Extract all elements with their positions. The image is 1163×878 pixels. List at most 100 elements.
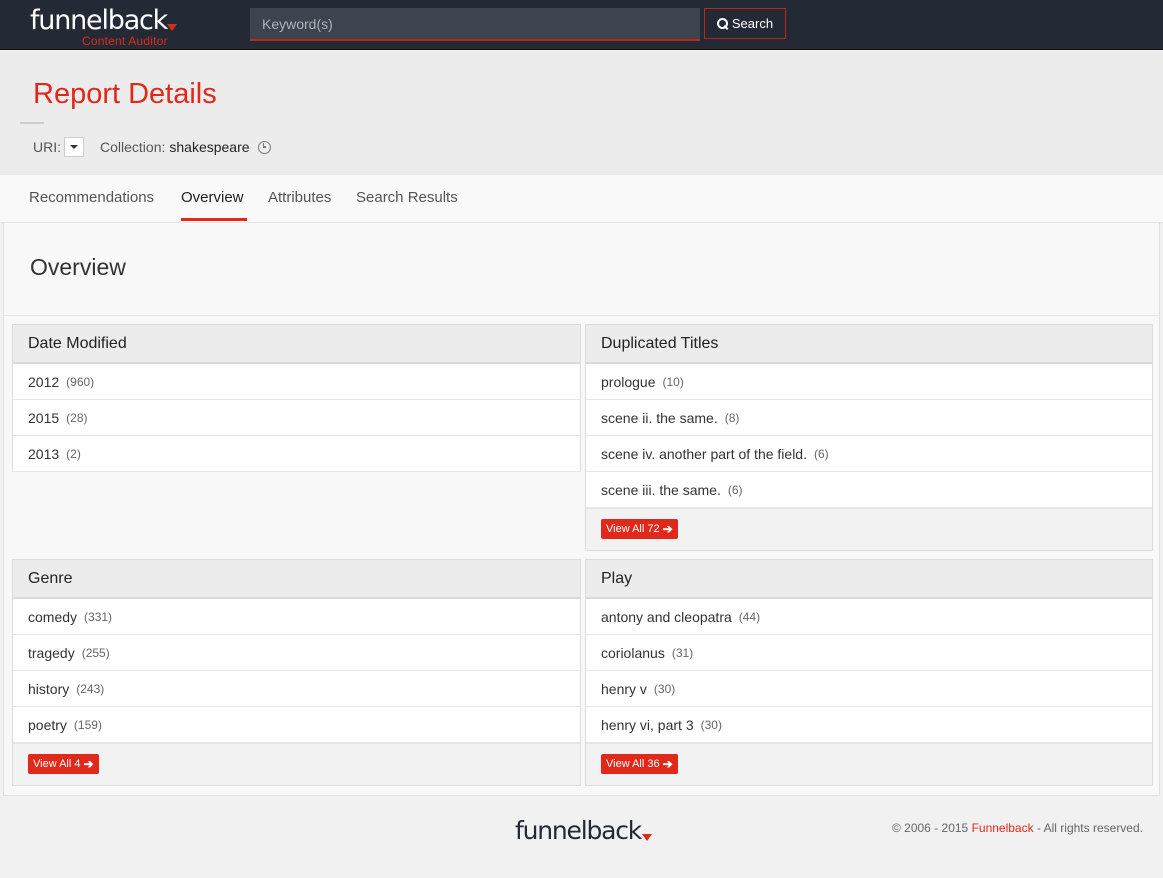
overview-section: Overview Date Modified 2012 (960) 2015 (… <box>3 223 1160 796</box>
tab-overview[interactable]: Overview <box>181 189 244 206</box>
list-item[interactable]: tragedy (255) <box>13 635 580 671</box>
panel-duplicated-titles: Duplicated Titles prologue (10) scene ii… <box>585 324 1153 551</box>
funnelback-link[interactable]: Funnelback <box>972 821 1034 835</box>
view-all-button[interactable]: View All 4 ➔ <box>28 754 99 774</box>
list-item[interactable]: history (243) <box>13 671 580 707</box>
list-item[interactable]: poetry (159) <box>13 707 580 743</box>
item-count: (10) <box>662 374 684 389</box>
item-label: henry v <box>601 680 647 697</box>
tab-attributes[interactable]: Attributes <box>268 189 331 206</box>
panel-list: comedy (331) tragedy (255) history (243)… <box>13 599 580 743</box>
funnelback-logo[interactable]: funnelback Content Auditor <box>30 5 180 48</box>
title-divider <box>20 122 44 124</box>
panel-title: Duplicated Titles <box>586 325 1152 364</box>
item-count: (960) <box>66 374 95 389</box>
item-label: scene iv. another part of the field. <box>601 445 807 462</box>
copyright-suffix: - All rights reserved. <box>1036 821 1143 835</box>
panel-footer: View All 72 ➔ <box>586 508 1152 550</box>
copyright-prefix: © 2006 - 2015 <box>891 821 969 835</box>
list-item[interactable]: scene iii. the same. (6) <box>586 472 1152 508</box>
item-count: (6) <box>813 446 829 461</box>
item-count: (243) <box>76 681 105 696</box>
tab-recommendations[interactable]: Recommendations <box>29 189 154 206</box>
item-label: prologue <box>601 373 656 390</box>
item-label: henry vi, part 3 <box>601 716 694 733</box>
view-all-button[interactable]: View All 72 ➔ <box>601 519 678 539</box>
report-meta: URI: Collection: shakespeare <box>33 137 271 157</box>
item-count: (8) <box>724 410 740 425</box>
active-tab-indicator <box>181 218 247 221</box>
collection-label: Collection: <box>100 139 166 155</box>
item-count: (30) <box>653 681 676 696</box>
search-icon <box>716 18 728 29</box>
panel-list: prologue (10) scene ii. the same. (8) sc… <box>586 364 1152 508</box>
list-item[interactable]: scene ii. the same. (8) <box>586 400 1152 436</box>
tab-search-results[interactable]: Search Results <box>356 189 458 206</box>
panel-footer: View All 36 ➔ <box>586 743 1152 785</box>
item-label: comedy <box>28 608 78 625</box>
panel-list: 2012 (960) 2015 (28) 2013 (2) <box>13 364 580 472</box>
logo-triangle-icon <box>167 24 177 31</box>
item-count: (2) <box>66 446 81 461</box>
item-label: 2012 <box>28 373 60 390</box>
item-label: coriolanus <box>601 644 665 661</box>
panel-title: Play <box>586 560 1152 599</box>
logo-triangle-icon <box>642 834 652 841</box>
view-all-label: View All 36 <box>606 758 660 770</box>
item-count: (30) <box>700 717 722 732</box>
list-item[interactable]: comedy (331) <box>13 599 580 635</box>
view-all-button[interactable]: View All 36 ➔ <box>601 754 678 774</box>
panel-genre: Genre comedy (331) tragedy (255) history… <box>12 559 581 786</box>
copyright-notice: © 2006 - 2015 Funnelback - All rights re… <box>892 821 1143 835</box>
item-label: scene ii. the same. <box>601 409 718 426</box>
clock-icon[interactable] <box>257 140 271 154</box>
panel-title: Date Modified <box>13 325 580 364</box>
list-item[interactable]: scene iv. another part of the field. (6) <box>586 436 1152 472</box>
panel-play: Play antony and cleopatra (44) coriolanu… <box>585 559 1153 786</box>
arrow-right-icon: ➔ <box>662 757 673 771</box>
panel-date-modified: Date Modified 2012 (960) 2015 (28) 2013 … <box>12 324 581 472</box>
report-tabs: Recommendations Overview Attributes Sear… <box>0 175 1163 223</box>
panel-list: antony and cleopatra (44) coriolanus (31… <box>586 599 1152 743</box>
item-label: tragedy <box>28 644 75 661</box>
footer-logo[interactable]: funnelback <box>515 816 665 852</box>
item-label: history <box>28 680 70 697</box>
list-item[interactable]: coriolanus (31) <box>586 635 1152 671</box>
page-title: Report Details <box>33 78 217 110</box>
item-label: 2013 <box>28 445 60 462</box>
logo-subtitle: Content Auditor <box>82 34 168 48</box>
arrow-right-icon: ➔ <box>662 522 673 536</box>
view-all-label: View All 72 <box>606 523 660 535</box>
item-count: (331) <box>84 609 113 624</box>
list-item[interactable]: 2012 (960) <box>13 364 580 400</box>
list-item[interactable]: 2013 (2) <box>13 436 580 472</box>
item-count: (28) <box>66 410 88 425</box>
search-button[interactable]: Search <box>704 8 786 39</box>
arrow-right-icon: ➔ <box>83 757 94 771</box>
uri-label: URI: <box>33 139 61 155</box>
list-item[interactable]: henry v (30) <box>586 671 1152 707</box>
item-count: (159) <box>73 717 102 732</box>
item-count: (6) <box>727 482 743 497</box>
section-divider <box>4 315 1159 316</box>
panel-title: Genre <box>13 560 580 599</box>
list-item[interactable]: henry vi, part 3 (30) <box>586 707 1152 743</box>
item-label: antony and cleopatra <box>601 608 732 625</box>
list-item[interactable]: prologue (10) <box>586 364 1152 400</box>
section-title: Overview <box>30 254 126 280</box>
item-count: (44) <box>738 609 761 624</box>
item-count: (255) <box>81 645 110 660</box>
view-all-label: View All 4 <box>33 758 81 770</box>
keyword-search-input[interactable] <box>250 8 700 41</box>
search-button-label: Search <box>731 16 774 31</box>
panel-footer: View All 4 ➔ <box>13 743 580 785</box>
list-item[interactable]: 2015 (28) <box>13 400 580 436</box>
item-label: scene iii. the same. <box>601 481 721 498</box>
item-count: (31) <box>671 645 694 660</box>
top-navbar: funnelback Content Auditor Search <box>0 0 1163 50</box>
report-header: Report Details URI: Collection: shakespe… <box>0 51 1163 175</box>
list-item[interactable]: antony and cleopatra (44) <box>586 599 1152 635</box>
uri-dropdown-button[interactable] <box>64 137 84 157</box>
footer-logo-wordmark: funnelback <box>515 816 642 845</box>
item-label: poetry <box>28 716 67 733</box>
